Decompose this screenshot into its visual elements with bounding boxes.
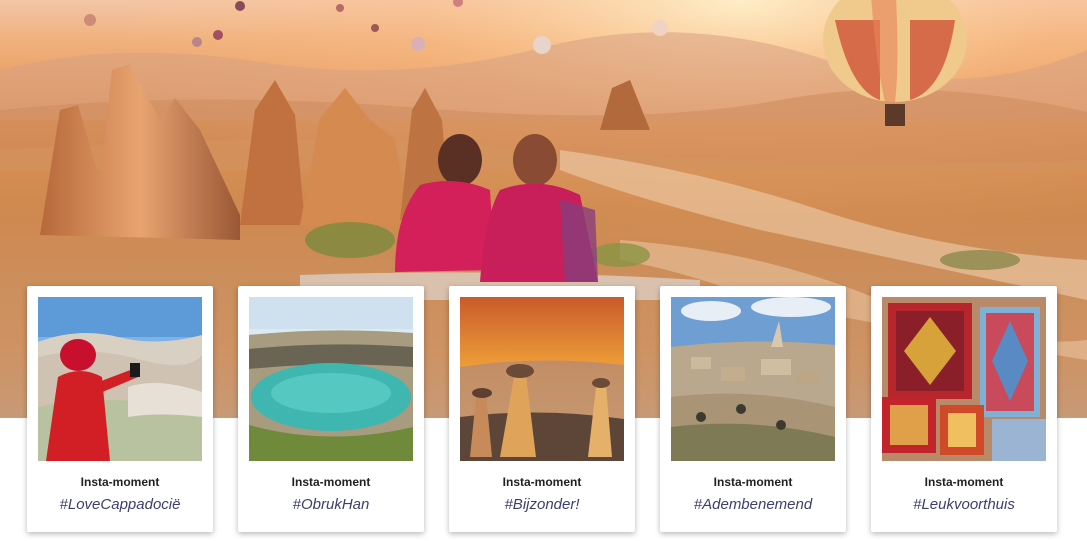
polaroid-card-2[interactable]: Insta-moment #ObrukHan [238, 286, 424, 532]
photo-cave-town [671, 297, 835, 461]
card-title: Insta-moment [924, 475, 1004, 489]
card-title: Insta-moment [502, 475, 582, 489]
card-hashtag[interactable]: #Leukvoorthuis [871, 496, 1057, 513]
card-title: Insta-moment [713, 475, 793, 489]
photo-carpet-shop [882, 297, 1046, 461]
card-hashtag[interactable]: #LoveCappadociё [27, 496, 213, 513]
polaroid-card-5[interactable]: Insta-moment #Leukvoorthuis [871, 286, 1057, 532]
photo-crater-lake [249, 297, 413, 461]
photo-woman-photographing-valley [38, 297, 202, 461]
polaroid-card-1[interactable]: Insta-moment #LoveCappadociё [27, 286, 213, 532]
card-title: Insta-moment [80, 475, 160, 489]
card-title: Insta-moment [291, 475, 371, 489]
card-hashtag[interactable]: #ObrukHan [238, 496, 424, 513]
photo-fairy-chimneys-sunset [460, 297, 624, 461]
card-hashtag[interactable]: #Bijzonder! [449, 496, 635, 513]
polaroid-card-3[interactable]: Insta-moment #Bijzonder! [449, 286, 635, 532]
polaroid-card-4[interactable]: Insta-moment #Adembenemend [660, 286, 846, 532]
card-hashtag[interactable]: #Adembenemend [660, 496, 846, 513]
